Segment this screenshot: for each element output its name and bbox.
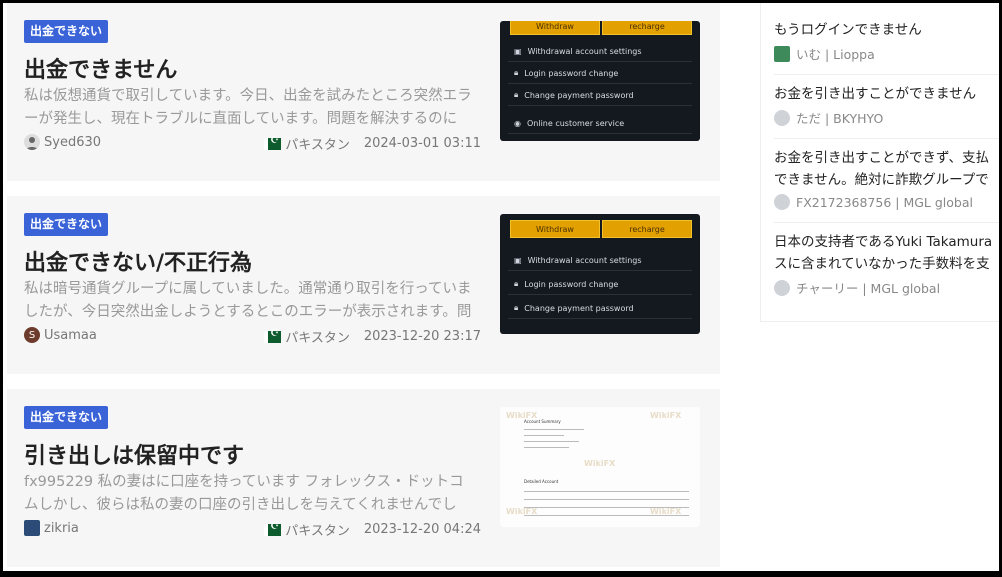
user-avatar-icon — [774, 194, 790, 210]
author-name: Usamaa — [44, 327, 97, 343]
card-thumbnail[interactable]: Withdraw recharge ▣ Withdrawal account se… — [500, 21, 700, 141]
user-avatar-icon — [24, 520, 40, 536]
thumb-row: Online customer service — [526, 118, 625, 128]
post-date: 2023-12-20 23:17 — [363, 329, 481, 344]
settings-icon: ▣ — [514, 46, 522, 56]
complaint-card[interactable]: 出金できない 出金できません 私は仮想通貨で取引しています。今日、出金を試みたと… — [7, 3, 720, 181]
thumb-row: Change payment password — [524, 90, 634, 100]
sidebar-item-title: 日本の支持者であるYuki Takamura — [774, 234, 993, 250]
thumb-row: Withdrawal account settings — [527, 255, 642, 265]
sidebar-item[interactable]: もうログインできません いむ | Lioppa — [774, 19, 999, 75]
card-thumbnail[interactable]: Withdraw recharge ▣ Withdrawal account se… — [500, 214, 700, 334]
card-author[interactable]: Syed630 — [24, 134, 101, 150]
thumb-row: Login password change — [524, 68, 619, 78]
sidebar-item-author: ただ | BKYHYO — [796, 111, 884, 126]
author-name: Syed630 — [44, 134, 102, 150]
watermark: WikiFX — [506, 507, 538, 516]
user-avatar-icon — [24, 134, 40, 150]
card-excerpt: 私は暗号通貨グループに属していました。通常通り取引を行っていましたが、今日突然出… — [24, 281, 472, 320]
pakistan-flag-icon — [264, 135, 282, 150]
user-avatar-icon — [774, 45, 790, 62]
page: 出金できない 出金できません 私は仮想通貨で取引しています。今日、出金を試みたと… — [3, 3, 999, 571]
user-avatar-icon — [774, 109, 790, 126]
card-title[interactable]: 出金できない/不正行為 — [24, 245, 252, 277]
location-name: パキスタン — [285, 331, 350, 346]
card-location: パキスタン 2024-03-01 03:11 — [264, 134, 481, 153]
watermark: WikiFX — [584, 459, 616, 468]
sidebar-item[interactable]: お金を引き出すことができません ただ | BKYHYO — [774, 83, 999, 139]
category-badge[interactable]: 出金できない — [24, 20, 109, 43]
sidebar-item-title-line2: できません。絶対に詐欺グループで — [774, 172, 989, 188]
thumb-row: Login password change — [524, 279, 619, 289]
lock-icon: 🔒︎ — [514, 279, 519, 288]
watermark: WikiFX — [650, 507, 682, 516]
card-location: パキスタン 2023-12-20 23:17 — [264, 327, 481, 346]
sidebar-item-meta: チャーリー | MGL global — [774, 278, 999, 297]
sidebar-item-author: いむ | Lioppa — [796, 47, 875, 62]
complaint-card[interactable]: 出金できない 出金できない/不正行為 私は暗号通貨グループに属していました。通常… — [7, 196, 720, 374]
lock-icon: 🔒︎ — [514, 68, 519, 77]
thumb-recharge: recharge — [602, 220, 692, 238]
user-avatar-icon — [774, 279, 790, 296]
card-title[interactable]: 出金できません — [24, 52, 177, 84]
category-badge[interactable]: 出金できない — [24, 213, 109, 236]
watermark: WikiFX — [506, 411, 538, 420]
lock-icon: 🔒︎ — [514, 303, 519, 312]
watermark: WikiFX — [650, 411, 682, 420]
card-excerpt: fx995229 私の妻はに口座を持っています フォレックス・ドットコムしかし、… — [24, 474, 464, 513]
pakistan-flag-icon — [264, 328, 282, 343]
card-location: パキスタン 2023-12-20 04:24 — [264, 520, 481, 539]
sidebar-item-title: お金を引き出すことができず、支払 — [774, 150, 990, 166]
user-avatar: S — [24, 327, 40, 343]
sidebar-item-title: お金を引き出すことができません — [774, 86, 977, 102]
sidebar-item-title: もうログインできません — [774, 22, 922, 38]
sidebar-item-meta: FX2172368756 | MGL global — [774, 194, 999, 210]
thumb-recharge: recharge — [602, 21, 692, 35]
sidebar-item-author: FX2172368756 | MGL global — [796, 194, 973, 210]
location-name: パキスタン — [285, 138, 350, 153]
thumb-row: Change payment password — [524, 303, 634, 313]
sidebar-item-author: チャーリー | MGL global — [796, 281, 941, 296]
post-date: 2024-03-01 03:11 — [363, 136, 481, 151]
post-date: 2023-12-20 04:24 — [363, 522, 481, 537]
headset-icon: ◉ — [514, 118, 521, 128]
category-badge[interactable]: 出金できない — [24, 406, 109, 429]
sidebar-item-meta: いむ | Lioppa — [774, 44, 999, 63]
card-excerpt: 私は仮想通貨で取引しています。今日、出金を試みたところ突然エラーが発生し、現在ト… — [24, 88, 472, 127]
thumb-withdraw: Withdraw — [510, 220, 600, 238]
sidebar-item-title-line2: スに含まれていなかった手数料を支 — [774, 256, 990, 272]
complaint-card[interactable]: 出金できない 引き出しは保留中です fx995229 私の妻はに口座を持っていま… — [7, 389, 720, 567]
pakistan-flag-icon — [264, 521, 282, 536]
card-thumbnail[interactable]: Account Summary Detailed Account WikiFX … — [500, 407, 700, 527]
lock-icon: 🔒︎ — [514, 90, 519, 99]
location-name: パキスタン — [285, 524, 350, 539]
thumb-withdraw: Withdraw — [510, 21, 600, 35]
author-name: zikria — [44, 520, 79, 536]
sidebar-item-meta: ただ | BKYHYO — [774, 108, 999, 127]
settings-icon: ▣ — [514, 255, 522, 265]
thumb-row: Withdrawal account settings — [527, 46, 642, 56]
card-author[interactable]: zikria — [24, 520, 79, 536]
card-title[interactable]: 引き出しは保留中です — [24, 438, 244, 470]
related-sidebar: もうログインできません いむ | Lioppa お金を引き出すことができません … — [760, 3, 999, 322]
card-author[interactable]: S Usamaa — [24, 327, 97, 343]
sidebar-item[interactable]: 日本の支持者であるYuki Takamura スに含まれていなかった手数料を支 … — [774, 231, 999, 306]
sidebar-item[interactable]: お金を引き出すことができず、支払 できません。絶対に詐欺グループで FX2172… — [774, 147, 999, 223]
doc-heading: Detailed Account — [524, 479, 559, 484]
